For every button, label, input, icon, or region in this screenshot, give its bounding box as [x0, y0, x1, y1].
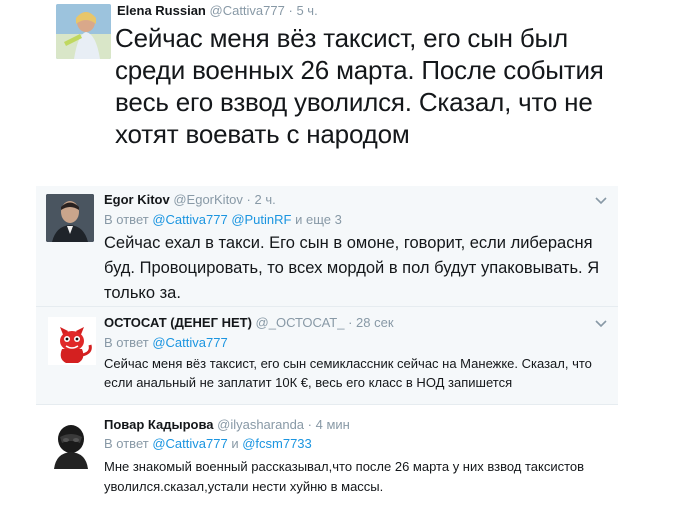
- reply-prefix: В ответ: [104, 212, 149, 227]
- author-handle[interactable]: @ilyasharanda: [217, 417, 304, 432]
- avatar[interactable]: [46, 194, 94, 242]
- tweet-header: Повар Кадырова @ilyasharanda · 4 мин: [104, 417, 350, 433]
- timestamp[interactable]: 2 ч.: [255, 192, 276, 207]
- avatar[interactable]: [48, 317, 96, 365]
- author-name[interactable]: Egor Kitov: [104, 192, 170, 207]
- author-handle[interactable]: @_ОСТОСАТ_: [256, 315, 345, 330]
- timestamp[interactable]: 5 ч.: [296, 3, 317, 18]
- author-handle[interactable]: @EgorKitov: [173, 192, 243, 207]
- separator-dot: ·: [348, 315, 353, 330]
- red-cat-avatar-icon: [48, 317, 96, 365]
- tweet-header: ОСТОСАТ (ДЕНЕГ НЕТ) @_ОСТОСАТ_ · 28 сек: [104, 315, 394, 331]
- tweet-text: Мне знакомый военный рассказывал,что пос…: [104, 459, 585, 494]
- avatar-photo-icon: [46, 194, 94, 242]
- separator-dot: ·: [288, 3, 293, 18]
- avatar[interactable]: [46, 419, 96, 469]
- mention-link[interactable]: @Cattiva777: [152, 335, 227, 350]
- avatar-photo-icon: [56, 4, 111, 59]
- tweet-header: Elena Russian @Cattiva777 · 5 ч.: [117, 3, 318, 19]
- mention-link[interactable]: @Cattiva777: [152, 436, 227, 451]
- author-name[interactable]: Повар Кадырова: [104, 417, 214, 432]
- reply-suffix[interactable]: и еще 3: [295, 212, 342, 227]
- reply-context: В ответ @Cattiva777: [104, 334, 228, 351]
- tweet-text: Сейчас меня вёз таксист, его сын семикла…: [104, 356, 592, 390]
- separator-dot: ·: [246, 192, 251, 207]
- reply-prefix: В ответ: [104, 335, 149, 350]
- helmet-figure-avatar-icon: [46, 419, 96, 469]
- author-name[interactable]: Elena Russian: [117, 3, 206, 18]
- mention-link[interactable]: @PutinRF: [231, 212, 291, 227]
- reply-tweet[interactable]: Egor Kitov @EgorKitov · 2 ч. В ответ @Ca…: [36, 186, 618, 306]
- avatar[interactable]: [56, 4, 111, 59]
- chevron-down-icon[interactable]: [594, 319, 608, 329]
- author-handle[interactable]: @Cattiva777: [210, 3, 285, 18]
- author-name[interactable]: ОСТОСАТ (ДЕНЕГ НЕТ): [104, 315, 252, 330]
- reply-context: В ответ @Cattiva777 и @fcsm7733: [104, 435, 312, 452]
- reply-joiner: и: [231, 436, 239, 451]
- reply-tweet[interactable]: Повар Кадырова @ilyasharanda · 4 мин В о…: [36, 404, 618, 529]
- reply-tweet[interactable]: ОСТОСАТ (ДЕНЕГ НЕТ) @_ОСТОСАТ_ · 28 сек …: [36, 306, 618, 404]
- timestamp[interactable]: 4 мин: [316, 417, 350, 432]
- reply-context: В ответ @Cattiva777 @PutinRF и еще 3: [104, 211, 342, 228]
- mention-link[interactable]: @fcsm7733: [242, 436, 312, 451]
- separator-dot: ·: [307, 417, 313, 432]
- mention-link[interactable]: @Cattiva777: [152, 212, 227, 227]
- tweet-text: Сейчас меня вёз таксист, его сын был сре…: [115, 23, 604, 149]
- tweet-header: Egor Kitov @EgorKitov · 2 ч.: [104, 192, 276, 208]
- reply-prefix: В ответ: [104, 436, 149, 451]
- chevron-down-icon[interactable]: [594, 196, 608, 206]
- main-tweet[interactable]: Elena Russian @Cattiva777 · 5 ч. Сейчас …: [0, 0, 691, 186]
- timestamp[interactable]: 28 сек: [356, 315, 394, 330]
- tweet-text: Сейчас ехал в такси. Его сын в омоне, го…: [104, 234, 600, 302]
